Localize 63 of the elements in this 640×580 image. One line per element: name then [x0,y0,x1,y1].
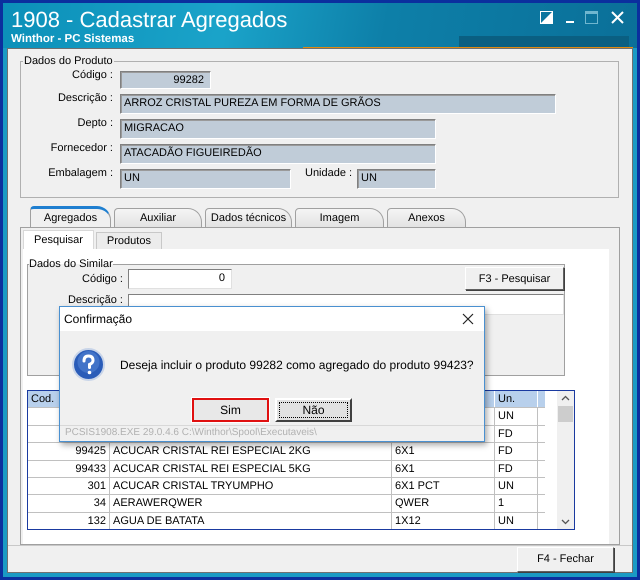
table-cell: AERAWERQWER [110,495,392,512]
table-cell: 6X1 PCT [392,478,495,494]
tab[interactable]: Auxiliar [114,208,202,227]
field-label: Descrição : [56,92,114,104]
table-cell: FD [495,426,538,442]
tab[interactable]: Produtos [96,232,162,249]
field-label: Código : [71,69,114,81]
text-field[interactable]: ATACADÃO FIGUEIREDÃO [120,144,436,164]
question-icon [72,348,105,381]
close-icon[interactable] [462,313,474,325]
table-cell: 99433 [28,460,110,477]
field-label: Código : [81,272,124,284]
table-cell: 301 [28,478,110,494]
tab[interactable]: Agregados [30,206,111,227]
tab[interactable]: Pesquisar [23,230,94,249]
table-cell: UN [495,512,538,529]
table-cell: AGUA DE BATATA [110,512,392,529]
group-title: Dados do Similar [29,258,113,270]
table-cell: ACUCAR CRISTAL REI ESPECIAL 2KG [110,443,392,460]
table-cell: ACUCAR CRISTAL REI ESPECIAL 5KG [110,460,392,477]
field-label: Embalagem : [47,167,114,179]
dialog-message: Deseja incluir o produto 99282 como agregado do produto 99423? [120,358,474,372]
text-field[interactable]: MIGRACAO [120,119,436,139]
code-field[interactable]: 0 [128,268,232,288]
text-field[interactable]: UN [120,169,291,189]
search-button[interactable]: F3 - Pesquisar [465,267,564,290]
table-cell: FD [495,443,538,460]
status-text: PCSIS1908.EXE 29.0.4.6 C:\Winthor\Spool\Executaveis\ [60,425,484,441]
scrollbar[interactable] [557,391,574,529]
field-label: Descrição : [66,294,124,306]
tab[interactable]: Dados técnicos [205,208,292,227]
theme-icon[interactable] [540,11,553,24]
table-cell: UN [495,478,538,494]
table-cell: 34 [28,495,110,512]
dialog-button[interactable]: Não [275,398,352,422]
column-header[interactable]: Un. [495,391,538,408]
table-cell: QWER [392,495,495,512]
field-label: Fornecedor : [50,142,114,154]
group-title: Dados do Produto [23,55,114,67]
table-cell: 1X12 [392,512,495,529]
scroll-thumb[interactable] [558,406,573,422]
close-button[interactable]: F4 - Fechar [517,546,614,572]
text-field[interactable]: 99282 [120,71,211,89]
table-cell: 6X1 [392,460,495,477]
dialog-button[interactable]: Sim [192,398,269,422]
scroll-down-icon[interactable] [561,519,570,525]
dialog-title: Confirmação [64,312,132,326]
window-subtitle: Winthor - PC Sistemas [11,33,134,45]
table-cell: 99425 [28,443,110,460]
table-cell: 1 [495,495,538,512]
field-label: Depto : [76,117,114,129]
field-label: Unidade : [305,167,354,179]
text-field[interactable]: ARROZ CRISTAL PUREZA EM FORMA DE GRÃOS [120,94,556,114]
table-cell: 6X1 [392,443,495,460]
tab[interactable]: Anexos [387,208,466,227]
table-cell: ACUCAR CRISTAL TRYUMPHO [110,478,392,494]
table-cell: FD [495,460,538,477]
table-cell: 132 [28,512,110,529]
tab[interactable]: Imagem [295,208,384,227]
window-title: 1908 - Cadastrar Agregados [11,7,288,33]
table-cell: UN [495,408,538,425]
text-field[interactable]: UN [357,169,436,189]
scroll-up-icon[interactable] [561,395,570,401]
